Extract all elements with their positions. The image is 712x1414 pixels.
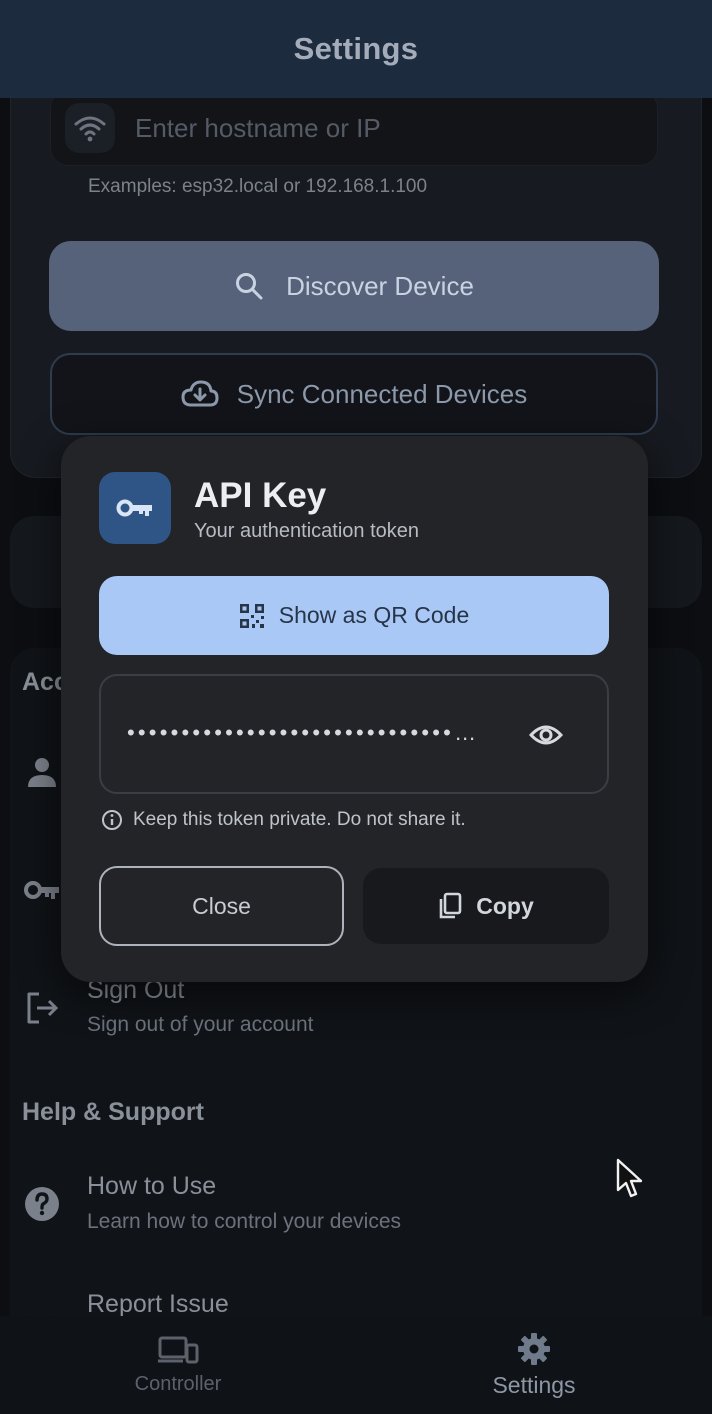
sync-devices-button[interactable]: Sync Connected Devices xyxy=(50,353,658,435)
token-warning: Keep this token private. Do not share it… xyxy=(101,809,466,831)
qr-code-icon xyxy=(239,603,264,628)
close-button-label: Close xyxy=(192,892,251,919)
copy-button-label: Copy xyxy=(476,892,534,919)
sign-out-icon xyxy=(22,988,62,1028)
dialog-title: API Key xyxy=(194,476,327,515)
eye-icon[interactable] xyxy=(529,721,563,749)
api-key-dialog: API Key Your authentication token Show a… xyxy=(61,436,648,982)
help-section-title: Help & Support xyxy=(22,1098,204,1126)
search-icon xyxy=(236,273,263,300)
nav-label-settings: Settings xyxy=(492,1371,576,1398)
help-icon xyxy=(22,1184,62,1224)
discover-device-label: Discover Device xyxy=(286,270,474,301)
nav-item-settings[interactable]: Settings xyxy=(356,1316,712,1414)
copy-icon xyxy=(439,892,462,919)
hostname-placeholder: Enter hostname or IP xyxy=(135,112,381,143)
devices-icon xyxy=(158,1336,199,1363)
nav-label-controller: Controller xyxy=(134,1372,222,1395)
page-title: Settings xyxy=(293,31,419,66)
sync-devices-label: Sync Connected Devices xyxy=(236,378,528,409)
show-qr-code-button[interactable]: Show as QR Code xyxy=(99,576,609,655)
api-key-icon xyxy=(99,472,171,544)
api-token-value: ••••••••••••••••••••••••••••••… xyxy=(127,720,480,745)
hostname-examples: Examples: esp32.local or 192.168.1.100 xyxy=(88,176,428,197)
api-token-field[interactable]: ••••••••••••••••••••••••••••••… xyxy=(99,674,609,794)
token-warning-text: Keep this token private. Do not share it… xyxy=(133,809,466,830)
how-to-use-subtitle: Learn how to control your devices xyxy=(87,1210,402,1233)
copy-button[interactable]: Copy xyxy=(363,868,609,944)
mouse-cursor-icon xyxy=(616,1158,643,1198)
sign-out-subtitle: Sign out of your account xyxy=(87,1013,314,1036)
discover-device-button[interactable]: Discover Device xyxy=(49,241,659,331)
info-icon xyxy=(102,810,122,830)
how-to-use-title[interactable]: How to Use xyxy=(87,1172,216,1201)
cloud-download-icon xyxy=(181,380,219,407)
bottom-navigation: Controller Settings xyxy=(0,1316,712,1414)
hostname-input[interactable]: Enter hostname or IP xyxy=(50,90,658,166)
close-button[interactable]: Close xyxy=(99,866,344,946)
report-issue-title[interactable]: Report Issue xyxy=(87,1290,229,1319)
app-header: Settings xyxy=(0,0,712,98)
show-qr-code-label: Show as QR Code xyxy=(278,602,470,628)
person-icon xyxy=(22,752,62,792)
wifi-icon xyxy=(65,103,115,153)
key-icon xyxy=(22,870,62,910)
dialog-subtitle: Your authentication token xyxy=(194,520,419,542)
gear-icon xyxy=(518,1332,550,1365)
nav-item-controller[interactable]: Controller xyxy=(0,1316,356,1414)
